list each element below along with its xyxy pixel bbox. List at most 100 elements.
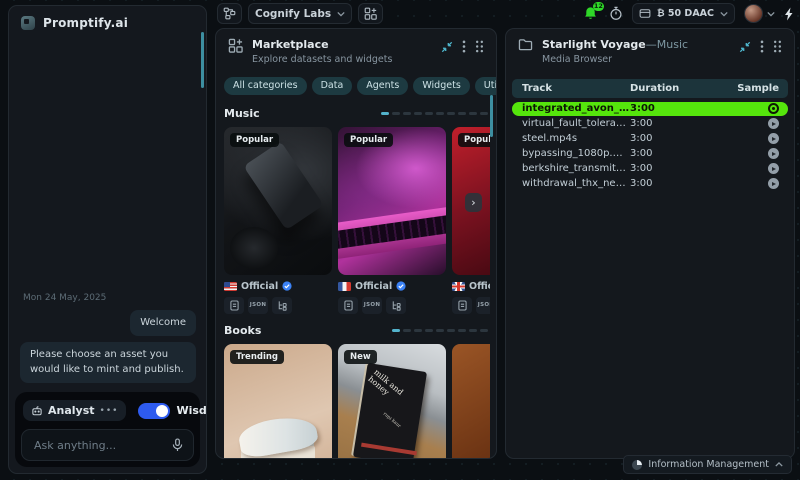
kebab-menu-icon[interactable] bbox=[462, 40, 466, 53]
track-row[interactable]: steel.mp4s 3:00 bbox=[512, 132, 788, 146]
avatar bbox=[744, 4, 763, 23]
book-card[interactable]: New milk and honey rupi kaur bbox=[338, 343, 446, 458]
json-tool-button[interactable]: JSON bbox=[476, 296, 490, 314]
promptify-logo bbox=[21, 16, 35, 30]
category-pill[interactable]: Utility bbox=[474, 76, 496, 95]
agent-label: Analyst bbox=[48, 404, 95, 417]
workspace-selector[interactable]: Cognify Labs bbox=[248, 3, 353, 24]
pagination-dash[interactable] bbox=[447, 111, 455, 115]
play-sample-button[interactable] bbox=[768, 148, 779, 160]
lightning-icon[interactable] bbox=[784, 7, 794, 21]
pagination-dash[interactable] bbox=[469, 111, 477, 115]
track-row[interactable]: berkshire_transmit_cloth… 3:00 bbox=[512, 162, 788, 176]
music-card[interactable]: Popular Official JSON bbox=[452, 126, 490, 314]
music-card[interactable]: Popular Official JSON bbox=[224, 126, 332, 314]
track-name: withdrawal_thx_new.mp3 bbox=[522, 178, 630, 190]
record-icon bbox=[772, 107, 775, 111]
track-row[interactable]: virtual_fault_tolerant_re… 3:00 bbox=[512, 117, 788, 131]
chat-input-row bbox=[21, 429, 194, 461]
pagination-dash[interactable] bbox=[458, 328, 466, 332]
json-tool-button[interactable]: JSON bbox=[362, 296, 382, 314]
chat-input[interactable] bbox=[32, 437, 166, 453]
stopwatch-icon[interactable] bbox=[609, 6, 623, 21]
track-row[interactable]: withdrawal_thx_new.mp3 3:00 bbox=[512, 177, 788, 191]
verified-icon bbox=[282, 281, 292, 291]
wallet-button[interactable]: ₿ 50 DAAC bbox=[631, 3, 735, 24]
grid-add-icon bbox=[228, 38, 243, 53]
category-pill[interactable]: Data bbox=[311, 76, 353, 95]
collapse-icon[interactable] bbox=[739, 41, 751, 53]
track-name: bypassing_1080p.mp4v bbox=[522, 148, 630, 160]
kebab-menu-icon[interactable] bbox=[760, 40, 764, 53]
track-table-header: Track Duration Sample bbox=[512, 78, 788, 98]
music-card[interactable]: Popular Official JSON bbox=[338, 126, 446, 314]
pagination-dash[interactable] bbox=[403, 328, 411, 332]
agent-menu-dots[interactable]: ••• bbox=[100, 406, 119, 416]
drag-handle-icon[interactable] bbox=[475, 40, 484, 53]
play-sample-button[interactable] bbox=[768, 178, 779, 190]
pagination-dash[interactable] bbox=[414, 328, 422, 332]
json-tool-label: JSON bbox=[249, 302, 267, 309]
play-sample-button[interactable] bbox=[768, 163, 779, 175]
pagination-dash[interactable] bbox=[480, 111, 488, 115]
pagination-dash[interactable] bbox=[469, 328, 477, 332]
bot-icon bbox=[32, 405, 42, 415]
pagination-dash[interactable] bbox=[425, 111, 433, 115]
play-sample-button[interactable] bbox=[768, 118, 779, 130]
category-pill[interactable]: Widgets bbox=[413, 76, 470, 95]
wisdom-toggle[interactable] bbox=[138, 402, 171, 419]
drag-handle-icon[interactable] bbox=[773, 40, 782, 53]
file-tool-button[interactable] bbox=[452, 296, 472, 314]
music-card-image: Popular bbox=[338, 126, 446, 275]
track-row[interactable]: bypassing_1080p.mp4v 3:00 bbox=[512, 147, 788, 161]
tree-tool-button[interactable] bbox=[386, 296, 406, 314]
pagination-dash[interactable] bbox=[436, 328, 444, 332]
pagination-dash[interactable] bbox=[414, 111, 422, 115]
pagination-dash[interactable] bbox=[458, 111, 466, 115]
chat-scrollbar[interactable] bbox=[201, 32, 204, 88]
chat-panel: Promptify.ai Mon 24 May, 2025 Welcome Ple… bbox=[8, 5, 207, 474]
source-label: Official bbox=[355, 280, 393, 292]
category-pill[interactable]: Agents bbox=[357, 76, 409, 95]
wallet-label: ₿ 50 DAAC bbox=[656, 8, 714, 19]
workflow-button[interactable] bbox=[217, 3, 242, 24]
media-browser-subtitle: Media Browser bbox=[542, 53, 613, 65]
track-row[interactable]: integrated_avon_fresh.w… 3:00 bbox=[512, 101, 788, 116]
pagination-dash[interactable] bbox=[381, 111, 389, 115]
account-menu[interactable] bbox=[744, 4, 775, 23]
pagination-dash[interactable] bbox=[403, 111, 411, 115]
microphone-icon[interactable] bbox=[172, 438, 183, 452]
book-card[interactable]: Trending bbox=[224, 343, 332, 458]
track-duration: 3:00 bbox=[630, 118, 653, 130]
add-widget-button[interactable] bbox=[358, 3, 384, 24]
next-arrow-button[interactable]: › bbox=[465, 192, 482, 212]
pagination-dash[interactable] bbox=[480, 328, 488, 332]
pagination-dash[interactable] bbox=[447, 328, 455, 332]
pagination-dash[interactable] bbox=[392, 328, 400, 332]
tree-tool-button[interactable] bbox=[272, 296, 292, 314]
json-tool-button[interactable]: JSON bbox=[248, 296, 268, 314]
notifications-button[interactable]: 12 bbox=[582, 1, 604, 23]
pagination-dash[interactable] bbox=[392, 111, 400, 115]
date-stamp: Mon 24 May, 2025 bbox=[23, 292, 107, 303]
file-icon bbox=[457, 300, 467, 311]
message-list: Welcome Please choose an asset you would … bbox=[9, 309, 206, 383]
collapse-icon[interactable] bbox=[441, 41, 453, 53]
play-sample-button[interactable] bbox=[768, 133, 779, 145]
chevron-up-icon bbox=[775, 462, 783, 467]
track-duration: 3:00 bbox=[630, 133, 653, 145]
flag-icon bbox=[224, 281, 237, 291]
books-pagination bbox=[392, 328, 488, 332]
book-card-image: Trending bbox=[224, 343, 332, 458]
book-card[interactable] bbox=[452, 343, 490, 458]
pagination-dash[interactable] bbox=[436, 111, 444, 115]
category-pill[interactable]: All categories bbox=[224, 76, 307, 95]
file-tool-button[interactable] bbox=[338, 296, 358, 314]
file-tool-button[interactable] bbox=[224, 296, 244, 314]
record-sample-button[interactable] bbox=[768, 103, 779, 115]
pagination-dash[interactable] bbox=[425, 328, 433, 332]
agent-selector-button[interactable]: Analyst ••• bbox=[23, 400, 127, 421]
card-badge: Trending bbox=[230, 349, 285, 364]
information-management-button[interactable]: Information Management bbox=[623, 455, 792, 474]
tree-icon bbox=[392, 301, 401, 311]
